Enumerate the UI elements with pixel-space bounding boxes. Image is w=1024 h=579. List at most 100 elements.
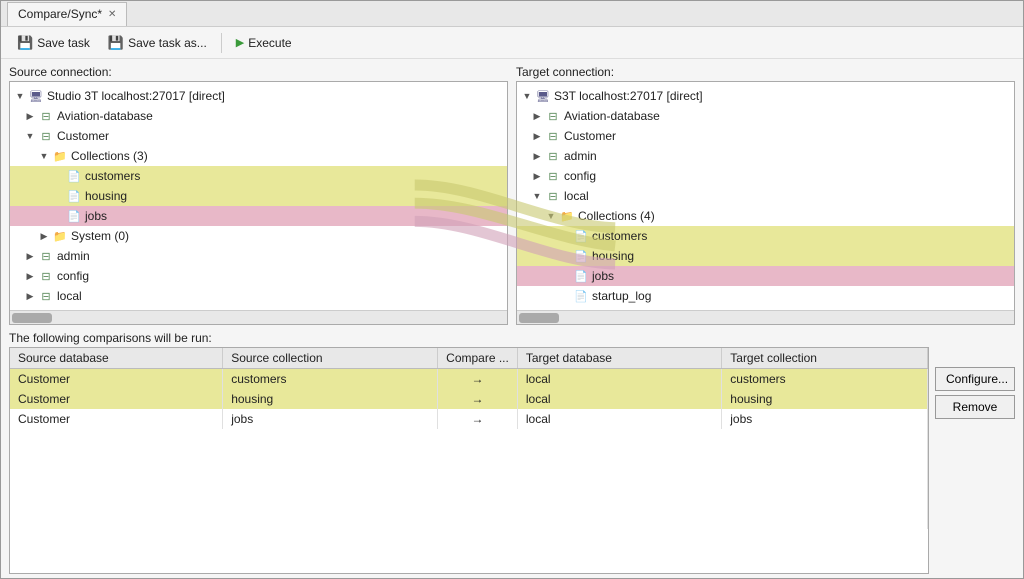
- trees-area: Source connection: ▼ 🖥 Studio 3T localho…: [9, 65, 1015, 325]
- collection-icon: 📄: [573, 228, 589, 244]
- save-icon: 💾: [17, 35, 33, 51]
- source-tree-scroll[interactable]: ▼ 🖥 Studio 3T localhost:27017 [direct] ▶…: [10, 82, 507, 310]
- source-customer-item[interactable]: ▼ ⊟ Customer: [10, 126, 507, 146]
- toolbar: 💾 Save task 💾 Save task as... ▶ Execute: [1, 27, 1023, 59]
- src-customers-expander: [52, 170, 64, 182]
- comparison-table-wrapper: Source database Source collection Compar…: [9, 347, 1015, 574]
- tgt-customer-expander: ▶: [531, 130, 543, 142]
- server-icon: 🖥: [28, 88, 44, 104]
- folder-icon: 📁: [559, 208, 575, 224]
- target-aviation-item[interactable]: ▶ ⊟ Aviation-database: [517, 106, 1014, 126]
- tgt-admin-label: admin: [564, 149, 597, 163]
- tgt-customers-expander: [559, 230, 571, 242]
- target-h-scroll-thumb: [519, 313, 559, 323]
- collection-icon: 📄: [573, 268, 589, 284]
- tgt-startup-expander: [559, 290, 571, 302]
- target-customer-item[interactable]: ▶ ⊟ Customer: [517, 126, 1014, 146]
- target-jobs-collection[interactable]: 📄 jobs: [517, 266, 1014, 286]
- tgt-local-expander: ▼: [531, 190, 543, 202]
- table-row-empty: [10, 469, 928, 489]
- execute-icon: ▶: [236, 36, 244, 49]
- src-jobs-label: jobs: [85, 209, 107, 223]
- col-target-col: Target collection: [722, 348, 928, 369]
- remove-button[interactable]: Remove: [935, 395, 1015, 419]
- source-server-label: Studio 3T localhost:27017 [direct]: [47, 89, 225, 103]
- tgt-startup-log-label: startup_log: [592, 289, 651, 303]
- collection-icon: 📄: [573, 248, 589, 264]
- source-system-item[interactable]: ▶ 📁 System (0): [10, 226, 507, 246]
- tgt-config-label: config: [564, 169, 596, 183]
- target-config-item[interactable]: ▶ ⊟ config: [517, 166, 1014, 186]
- save-as-icon: 💾: [108, 35, 124, 51]
- target-housing-collection[interactable]: 📄 housing: [517, 246, 1014, 266]
- target-local-item[interactable]: ▼ ⊟ local: [517, 186, 1014, 206]
- source-h-scroll-thumb: [12, 313, 52, 323]
- configure-button[interactable]: Configure...: [935, 367, 1015, 391]
- target-startup-log-collection[interactable]: 📄 startup_log: [517, 286, 1014, 306]
- src-housing-expander: [52, 190, 64, 202]
- target-customers-collection[interactable]: 📄 customers: [517, 226, 1014, 246]
- target-server-item[interactable]: ▼ 🖥 S3T localhost:27017 [direct]: [517, 86, 1014, 106]
- source-h-scrollbar[interactable]: [10, 310, 507, 324]
- cell-source-col: jobs: [223, 409, 438, 429]
- source-admin-item[interactable]: ▶ ⊟ admin: [10, 246, 507, 266]
- table-row[interactable]: Customer customers → local customers: [10, 369, 928, 389]
- save-task-label: Save task: [37, 36, 90, 50]
- col-target-db: Target database: [517, 348, 721, 369]
- src-config-label: config: [57, 269, 89, 283]
- source-aviation-item[interactable]: ▶ ⊟ Aviation-database: [10, 106, 507, 126]
- db-icon: ⊟: [38, 248, 54, 264]
- source-tree-content: ▼ 🖥 Studio 3T localhost:27017 [direct] ▶…: [10, 82, 507, 310]
- side-buttons: Configure... Remove: [935, 347, 1015, 574]
- tgt-aviation-label: Aviation-database: [564, 109, 660, 123]
- target-h-scrollbar[interactable]: [517, 310, 1014, 324]
- src-housing-label: housing: [85, 189, 127, 203]
- cell-target-db: local: [517, 409, 721, 429]
- table-row[interactable]: Customer housing → local housing: [10, 389, 928, 409]
- tgt-housing-expander: [559, 250, 571, 262]
- folder-icon: 📁: [52, 148, 68, 164]
- compare-sync-tab[interactable]: Compare/Sync* ✕: [7, 2, 127, 26]
- db-icon: ⊟: [545, 128, 561, 144]
- target-label: Target connection:: [516, 65, 1015, 79]
- collection-icon: 📄: [66, 208, 82, 224]
- source-customers-collection[interactable]: 📄 customers: [10, 166, 507, 186]
- save-task-button[interactable]: 💾 Save task: [9, 32, 98, 54]
- db-icon: ⊟: [545, 188, 561, 204]
- main-window: Compare/Sync* ✕ 💾 Save task 💾 Save task …: [0, 0, 1024, 579]
- table-row[interactable]: Customer jobs → local jobs: [10, 409, 928, 429]
- source-local-item[interactable]: ▶ ⊟ local: [10, 286, 507, 306]
- close-icon[interactable]: ✕: [108, 9, 116, 20]
- comparison-table-container: Source database Source collection Compar…: [9, 347, 929, 574]
- target-tree-scroll[interactable]: ▼ 🖥 S3T localhost:27017 [direct] ▶ ⊟ Avi…: [517, 82, 1014, 310]
- save-task-as-button[interactable]: 💾 Save task as...: [100, 32, 215, 54]
- tgt-customer-label: Customer: [564, 129, 616, 143]
- execute-button[interactable]: ▶ Execute: [228, 33, 300, 53]
- cell-target-col: jobs: [722, 409, 928, 429]
- tgt-jobs-label: jobs: [592, 269, 614, 283]
- comparison-table: Source database Source collection Compar…: [10, 348, 928, 529]
- source-housing-collection[interactable]: 📄 housing: [10, 186, 507, 206]
- source-server-item[interactable]: ▼ 🖥 Studio 3T localhost:27017 [direct]: [10, 86, 507, 106]
- db-icon: ⊟: [38, 268, 54, 284]
- table-header-row: Source database Source collection Compar…: [10, 348, 928, 369]
- target-collections-item[interactable]: ▼ 📁 Collections (4): [517, 206, 1014, 226]
- src-aviation-expander: ▶: [24, 110, 36, 122]
- cell-target-db: local: [517, 369, 721, 389]
- source-collections-item[interactable]: ▼ 📁 Collections (3): [10, 146, 507, 166]
- src-local-expander: ▶: [24, 290, 36, 302]
- db-icon: ⊟: [38, 128, 54, 144]
- target-admin-item[interactable]: ▶ ⊟ admin: [517, 146, 1014, 166]
- src-jobs-expander: [52, 210, 64, 222]
- source-config-item[interactable]: ▶ ⊟ config: [10, 266, 507, 286]
- collection-icon: 📄: [573, 288, 589, 304]
- col-source-col: Source collection: [223, 348, 438, 369]
- tgt-admin-expander: ▶: [531, 150, 543, 162]
- toolbar-separator: [221, 33, 222, 53]
- source-jobs-collection[interactable]: 📄 jobs: [10, 206, 507, 226]
- tgt-collections-expander: ▼: [545, 210, 557, 222]
- tgt-aviation-expander: ▶: [531, 110, 543, 122]
- db-icon: ⊟: [545, 108, 561, 124]
- comparisons-label: The following comparisons will be run:: [9, 331, 1015, 345]
- source-tree-panel: ▼ 🖥 Studio 3T localhost:27017 [direct] ▶…: [9, 81, 508, 325]
